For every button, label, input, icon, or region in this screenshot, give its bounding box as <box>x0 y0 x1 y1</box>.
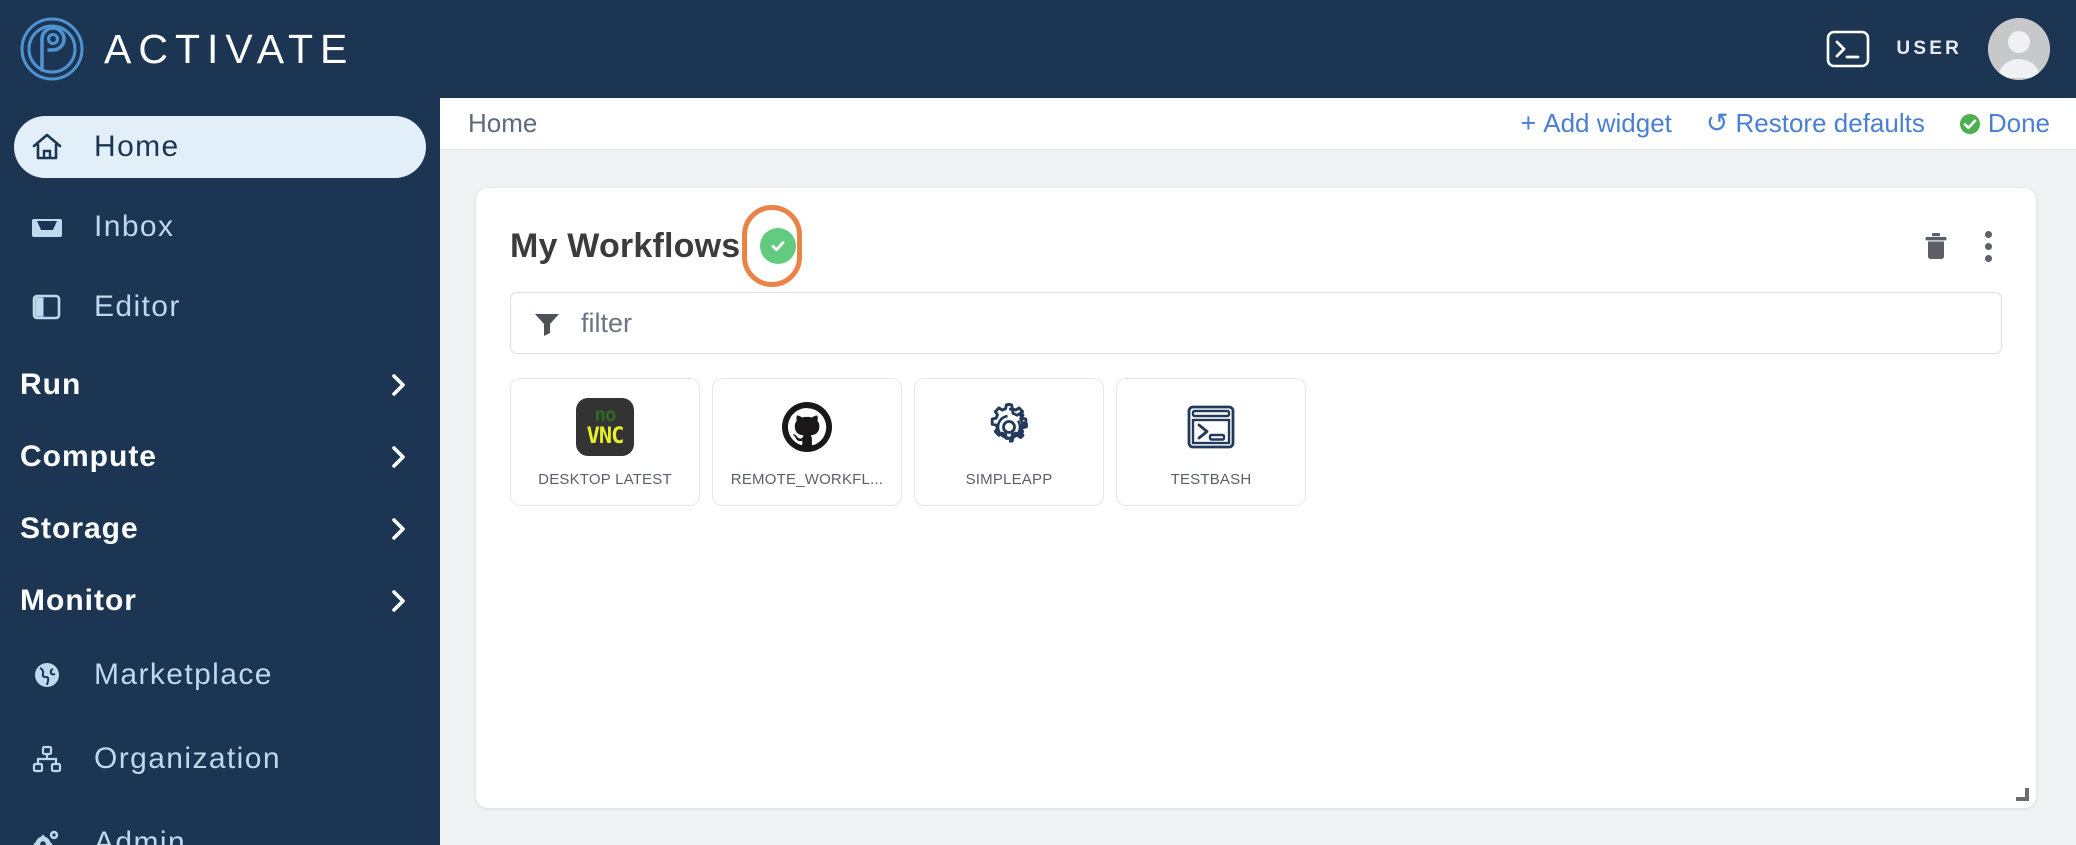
brand-name: ACTIVATE <box>104 25 355 72</box>
user-avatar[interactable] <box>1988 18 2050 80</box>
chevron-right-icon <box>388 588 410 614</box>
sidebar-item-label: Admin <box>94 826 187 845</box>
app-root: ACTIVATE USER Home Inbox Editor Run Comp… <box>0 0 2076 845</box>
sidebar-item-home[interactable]: Home <box>14 116 426 178</box>
sidebar-item-editor[interactable]: Editor <box>14 276 426 338</box>
terminal-window-icon <box>1180 396 1242 458</box>
sidebar-group-monitor[interactable]: Monitor <box>14 572 426 630</box>
workflow-card-label: DESKTOP LATEST <box>538 471 672 488</box>
widget-header-actions <box>1923 227 2002 266</box>
workflow-card-label: REMOTE_WORKFL... <box>730 471 884 488</box>
restore-defaults-button[interactable]: ↺ Restore defaults <box>1706 108 1925 139</box>
breadcrumb-actions: + Add widget ↺ Restore defaults Done <box>1520 108 2050 139</box>
github-logo <box>776 396 838 458</box>
sidebar-group-label: Run <box>20 368 82 401</box>
workflow-card[interactable]: SIMPLEAPP <box>914 378 1104 506</box>
gears-icon <box>28 824 66 845</box>
sidebar-group-compute[interactable]: Compute <box>14 428 426 486</box>
kebab-dot <box>1985 242 1992 250</box>
gear-circle-icon <box>978 396 1040 458</box>
trash-icon[interactable] <box>1923 231 1949 261</box>
sidebar-group-run[interactable]: Run <box>14 356 426 414</box>
check-circle-icon <box>1959 113 1981 135</box>
home-icon <box>28 128 66 166</box>
main-content: Home + Add widget ↺ Restore defaults Don… <box>440 98 2076 845</box>
restore-defaults-label: Restore defaults <box>1735 108 1925 138</box>
sidebar-item-admin[interactable]: Admin <box>14 812 426 845</box>
filter-funnel-icon <box>533 310 561 336</box>
sidebar-item-label: Organization <box>94 742 281 775</box>
chevron-right-icon <box>388 372 410 398</box>
chevron-right-icon <box>388 516 410 542</box>
activate-fingerprint-logo <box>18 15 86 83</box>
sidebar-group-storage[interactable]: Storage <box>14 500 426 558</box>
sidebar: Home Inbox Editor Run Compute Storage Mo… <box>0 98 440 845</box>
sidebar-item-label: Editor <box>94 290 181 323</box>
sidebar-group-label: Compute <box>20 440 157 473</box>
check-circle-icon <box>760 228 797 264</box>
kebab-dot <box>1985 230 1992 238</box>
novnc-logo: no VNC <box>574 396 636 458</box>
workflow-card[interactable]: no VNC DESKTOP LATEST <box>510 378 700 506</box>
sidebar-item-inbox[interactable]: Inbox <box>14 196 426 258</box>
top-bar-actions: USER <box>1826 18 2076 80</box>
plus-icon: + <box>1520 108 1537 138</box>
breadcrumb[interactable]: Home <box>468 108 537 139</box>
workflow-card-label: TESTBASH <box>1170 471 1252 488</box>
user-label[interactable]: USER <box>1896 38 1962 60</box>
sidebar-item-label: Home <box>94 130 180 163</box>
widget-status-badge[interactable] <box>742 205 803 287</box>
add-widget-label: Add widget <box>1543 108 1672 138</box>
breadcrumb-bar: Home + Add widget ↺ Restore defaults Don… <box>440 98 2076 150</box>
top-bar: ACTIVATE USER <box>0 0 2076 98</box>
filter-input[interactable]: filter <box>510 292 2002 354</box>
add-widget-button[interactable]: + Add widget <box>1520 108 1671 139</box>
chevron-right-icon <box>388 444 410 470</box>
restore-icon: ↺ <box>1705 108 1729 138</box>
brand[interactable]: ACTIVATE <box>0 15 354 83</box>
globe-icon <box>28 656 66 694</box>
inbox-icon <box>28 208 66 246</box>
widget-area: My Workflows filter no VNC DESKTOP LATES… <box>440 150 2076 808</box>
sidebar-item-marketplace[interactable]: Marketplace <box>14 644 426 706</box>
terminal-icon[interactable] <box>1826 30 1870 68</box>
widget-title: My Workflows <box>510 226 741 265</box>
my-workflows-widget: My Workflows filter no VNC DESKTOP LATES… <box>476 188 2036 808</box>
done-button[interactable]: Done <box>1959 108 2050 139</box>
resize-handle-icon[interactable] <box>2016 788 2029 801</box>
kebab-menu-icon[interactable] <box>1975 227 2002 266</box>
filter-placeholder: filter <box>581 307 633 338</box>
sidebar-group-label: Storage <box>20 512 139 545</box>
editor-panel-icon <box>28 288 66 326</box>
sidebar-item-organization[interactable]: Organization <box>14 728 426 790</box>
done-label: Done <box>1987 108 2050 138</box>
sidebar-item-label: Inbox <box>94 210 175 243</box>
sidebar-item-label: Marketplace <box>94 658 273 691</box>
org-chart-icon <box>28 740 66 778</box>
sidebar-group-label: Monitor <box>20 584 137 617</box>
workflow-card[interactable]: TESTBASH <box>1116 378 1306 506</box>
workflow-card-list: no VNC DESKTOP LATEST REMOTE_WORKFL... S… <box>510 378 2002 506</box>
kebab-dot <box>1985 254 1992 262</box>
workflow-card[interactable]: REMOTE_WORKFL... <box>712 378 902 506</box>
workflow-card-label: SIMPLEAPP <box>965 471 1053 488</box>
widget-header: My Workflows <box>510 205 2002 287</box>
